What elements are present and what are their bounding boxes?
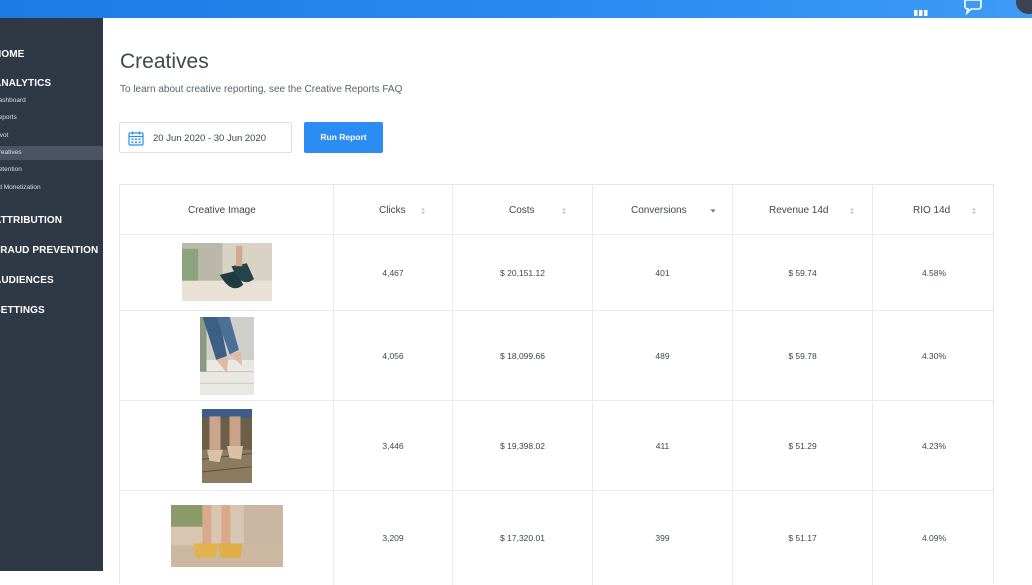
sidebar-item-attribution[interactable]: ATTRIBUTION bbox=[0, 215, 62, 226]
column-header-label: RIO 14d bbox=[913, 205, 951, 216]
top-bar bbox=[0, 0, 1032, 18]
creative-thumbnail[interactable] bbox=[200, 317, 254, 395]
sort-icon[interactable] bbox=[561, 207, 567, 215]
column-header-label: Conversions bbox=[631, 205, 687, 216]
sidebar-item-home[interactable]: HOME bbox=[0, 49, 24, 60]
column-header-creative-image: Creative Image bbox=[120, 185, 334, 234]
sidebar-item-creatives[interactable]: Creatives bbox=[0, 146, 103, 160]
column-header-conversions[interactable]: Conversions bbox=[593, 185, 733, 234]
cell-costs: $ 20,151.12 bbox=[453, 235, 593, 310]
cell-revenue-14d: $ 59.78 bbox=[733, 311, 873, 400]
main-content: Creatives To learn about creative report… bbox=[103, 18, 1032, 585]
creative-image-cell bbox=[120, 311, 334, 400]
calendar-icon bbox=[128, 131, 144, 146]
sort-desc-icon[interactable] bbox=[710, 207, 716, 215]
cell-conversions: 411 bbox=[593, 401, 733, 490]
cell-rio-14d: 4.30% bbox=[921, 350, 947, 361]
sidebar: HOME ANALYTICS Dashboard Reports Pivot Creati… bbox=[0, 18, 103, 571]
cell-clicks: 4,467 bbox=[334, 235, 453, 310]
table-row[interactable]: 3,446 $ 19,398.02 411 $ 51.29 4.23% bbox=[120, 400, 995, 490]
sort-icon[interactable] bbox=[849, 207, 855, 215]
cell-rio-14d: 4.58% bbox=[921, 267, 947, 278]
sidebar-item-audiences[interactable]: AUDIENCES bbox=[0, 275, 54, 286]
column-header-revenue-14d[interactable]: Revenue 14d bbox=[733, 185, 873, 234]
sidebar-item-reports[interactable]: Reports bbox=[0, 111, 103, 125]
creative-image-cell bbox=[120, 235, 334, 310]
table-row[interactable]: 4,056 $ 18,099.66 489 $ 59.78 4.30% bbox=[120, 310, 995, 400]
column-header-label: Clicks bbox=[379, 205, 406, 216]
creative-thumbnail[interactable] bbox=[182, 243, 272, 301]
date-range-picker[interactable]: 20 Jun 2020 - 30 Jun 2020 bbox=[119, 122, 292, 153]
column-header-clicks[interactable]: Clicks bbox=[334, 185, 453, 234]
grid-icon[interactable] bbox=[912, 0, 930, 18]
chat-icon[interactable] bbox=[962, 0, 984, 18]
sort-icon[interactable] bbox=[971, 207, 977, 215]
date-range-value: 20 Jun 2020 - 30 Jun 2020 bbox=[153, 133, 267, 144]
page-title: Creatives bbox=[120, 50, 209, 73]
creative-image-cell bbox=[120, 401, 334, 490]
cell-costs: $ 19,398.02 bbox=[453, 401, 593, 490]
creative-thumbnail[interactable] bbox=[171, 505, 283, 567]
cell-revenue-14d: $ 51.29 bbox=[733, 401, 873, 490]
column-header-costs[interactable]: Costs bbox=[453, 185, 593, 234]
cell-conversions: 489 bbox=[593, 311, 733, 400]
sidebar-item-fraud-prevention[interactable]: FRAUD PREVENTION bbox=[0, 245, 98, 256]
sidebar-item-ad-monetization[interactable]: Ad Monetization bbox=[0, 181, 103, 195]
cell-costs: $ 18,099.66 bbox=[453, 311, 593, 400]
cell-conversions: 401 bbox=[593, 235, 733, 310]
creative-thumbnail[interactable] bbox=[202, 409, 252, 483]
page-subtitle[interactable]: To learn about creative reporting, see t… bbox=[120, 84, 402, 95]
avatar[interactable] bbox=[1016, 0, 1032, 14]
run-report-button[interactable]: Run Report bbox=[304, 122, 383, 153]
creatives-table: Creative Image Clicks Costs Conversions Reve… bbox=[119, 184, 995, 585]
column-header-label: Costs bbox=[509, 205, 535, 216]
sidebar-item-retention[interactable]: Retention bbox=[0, 163, 103, 177]
sidebar-item-settings[interactable]: SETTINGS bbox=[0, 305, 45, 316]
sidebar-item-pivot[interactable]: Pivot bbox=[0, 129, 103, 143]
sort-icon[interactable] bbox=[420, 207, 426, 215]
sidebar-item-dashboard[interactable]: Dashboard bbox=[0, 94, 103, 108]
table-row[interactable]: 4,467 $ 20,151.12 401 $ 59.74 4.58% bbox=[120, 234, 995, 310]
sidebar-item-analytics[interactable]: ANALYTICS bbox=[0, 78, 51, 89]
cell-clicks: 4,056 bbox=[334, 311, 453, 400]
column-header-rio-14d[interactable]: RIO 14d bbox=[873, 185, 995, 234]
column-header-label: Revenue 14d bbox=[769, 205, 829, 216]
cell-rio-14d: 4.23% bbox=[921, 440, 947, 451]
cell-clicks: 3,446 bbox=[334, 401, 453, 490]
column-header-label: Creative Image bbox=[188, 205, 256, 216]
cell-revenue-14d: $ 59.74 bbox=[733, 235, 873, 310]
